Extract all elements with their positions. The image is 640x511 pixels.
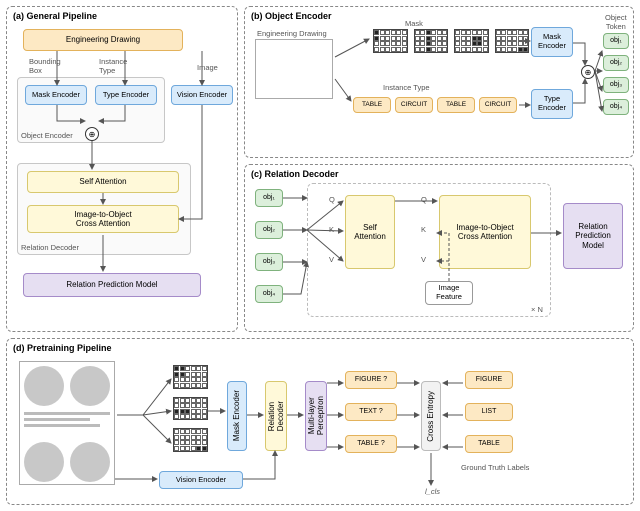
sum-icon-b: ⊕	[581, 65, 595, 79]
panel-b-title: (b) Object Encoder	[251, 11, 332, 21]
obj-token-3: obj₃	[603, 77, 629, 93]
query-figure: FIGURE ?	[345, 371, 397, 389]
obj-token-col-c: obj₁ obj₂ obj₃ obj₄	[255, 189, 283, 303]
bbox-label: Bounding Box	[29, 57, 61, 75]
mask-encoder-box: Mask Encoder	[25, 85, 87, 105]
engdraw-label: Engineering Drawing	[257, 29, 327, 38]
obj-c-2: obj₂	[255, 221, 283, 239]
mask-label: Mask	[405, 19, 423, 28]
instance-chip-2: CIRCUIT	[395, 97, 433, 113]
obj-c-1: obj₁	[255, 189, 283, 207]
mask-group	[373, 29, 529, 53]
gt-col: FIGURE LIST TABLE	[465, 371, 513, 453]
panel-general-pipeline: (a) General Pipeline Engineering Drawing…	[6, 6, 238, 332]
self-attention-box: Self Attention	[27, 171, 179, 193]
relation-prediction-box: Relation Prediction Model	[23, 273, 201, 297]
obj-c-3: obj₃	[255, 253, 283, 271]
engineering-drawing-thumb	[255, 39, 333, 99]
object-encoder-label: Object Encoder	[21, 131, 73, 140]
instance-type-row: TABLE CIRCUIT TABLE CIRCUIT	[353, 97, 517, 113]
panel-c-title: (c) Relation Decoder	[251, 169, 339, 179]
mask-d-1	[173, 365, 208, 389]
panel-d-title: (d) Pretraining Pipeline	[13, 343, 112, 353]
q-label-1: Q	[329, 195, 335, 204]
instance-chip-1: TABLE	[353, 97, 391, 113]
mask-thumb-3	[454, 29, 489, 53]
query-col: FIGURE ? TEXT ? TABLE ?	[345, 371, 397, 453]
mask-encoder-d-label: Mask Encoder	[232, 390, 241, 441]
mask-encoder-d: Mask Encoder	[227, 381, 247, 451]
relation-decoder-label: Relation Decoder	[21, 243, 79, 252]
panel-object-encoder: (b) Object Encoder Engineering Drawing M…	[244, 6, 634, 158]
loss-label: l_cls	[425, 487, 440, 496]
times-n-label: × N	[531, 305, 543, 314]
mask-thumb-4	[495, 29, 530, 53]
relation-decoder-d: Relation Decoder	[265, 381, 287, 451]
cross-entropy-label: Cross Entropy	[426, 391, 435, 442]
cross-entropy-box: Cross Entropy	[421, 381, 441, 451]
type-encoder-box-b: Type Encoder	[531, 89, 573, 119]
itype-label: Instance Type	[99, 57, 127, 75]
image-label: Image	[197, 63, 218, 72]
cross-attention-box: Image-to-Object Cross Attention	[27, 205, 179, 233]
mask-thumb-1	[373, 29, 408, 53]
instance-chip-4: CIRCUIT	[479, 97, 517, 113]
mask-thumb-2	[414, 29, 449, 53]
instance-chip-3: TABLE	[437, 97, 475, 113]
cross-attention-c: Image-to-Object Cross Attention	[439, 195, 531, 269]
vision-encoder-d: Vision Encoder	[159, 471, 243, 489]
panel-a-title: (a) General Pipeline	[13, 11, 97, 21]
mlp-d-label: Multi-layer Perceptron	[307, 396, 325, 435]
obj-token-2: obj₂	[603, 55, 629, 71]
mask-stack-d	[173, 365, 208, 452]
obj-token-4: obj₄	[603, 99, 629, 115]
eng-drawing-box: Engineering Drawing	[23, 29, 183, 51]
object-token-label: Object Token	[605, 13, 627, 31]
sum-icon: ⊕	[85, 127, 99, 141]
gt-figure: FIGURE	[465, 371, 513, 389]
document-thumb	[19, 361, 115, 485]
query-table: TABLE ?	[345, 435, 397, 453]
v-label-1: V	[329, 255, 334, 264]
k-label-2: K	[421, 225, 426, 234]
object-token-col: obj₁ obj₂ obj₃ obj₄	[603, 33, 629, 115]
mask-d-2	[173, 397, 208, 421]
mask-encoder-box-b: Mask Encoder	[531, 27, 573, 57]
v-label-2: V	[421, 255, 426, 264]
gt-list: LIST	[465, 403, 513, 421]
gt-table: TABLE	[465, 435, 513, 453]
mlp-d: Multi-layer Perceptron	[305, 381, 327, 451]
obj-c-4: obj₄	[255, 285, 283, 303]
image-feature-box: Image Feature	[425, 281, 473, 305]
obj-token-1: obj₁	[603, 33, 629, 49]
gt-labels-caption: Ground Truth Labels	[461, 463, 529, 472]
mask-d-3	[173, 428, 208, 452]
panel-relation-decoder: (c) Relation Decoder obj₁ obj₂ obj₃ obj₄…	[244, 164, 634, 332]
instance-type-label: Instance Type	[383, 83, 430, 92]
q-label-2: Q	[421, 195, 427, 204]
query-text: TEXT ?	[345, 403, 397, 421]
self-attention-c: Self Attention	[345, 195, 395, 269]
relation-prediction-c: Relation Prediction Model	[563, 203, 623, 269]
type-encoder-box: Type Encoder	[95, 85, 157, 105]
relation-decoder-d-label: Relation Decoder	[267, 401, 285, 431]
panel-pretraining-pipeline: (d) Pretraining Pipeline Mask Encoder Re…	[6, 338, 634, 505]
k-label-1: K	[329, 225, 334, 234]
vision-encoder-box: Vision Encoder	[171, 85, 233, 105]
